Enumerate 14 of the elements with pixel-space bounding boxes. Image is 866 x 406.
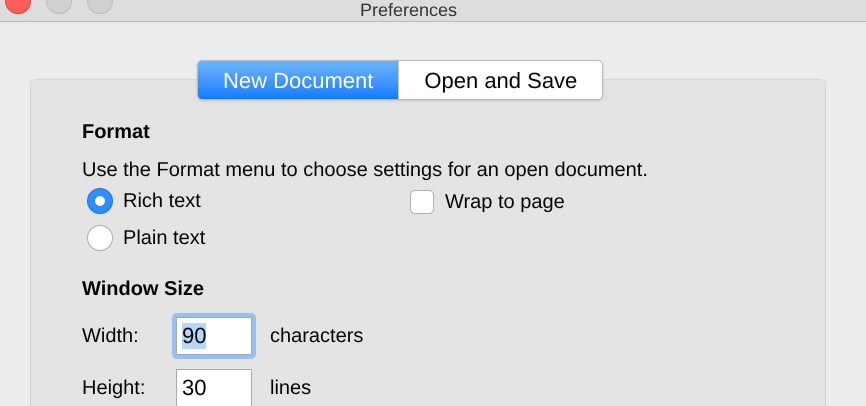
field-label: Width: <box>82 324 140 348</box>
radio-label: Rich text <box>123 189 201 213</box>
unit-label: lines <box>270 376 312 400</box>
section-heading: Format <box>82 120 151 144</box>
input-field[interactable]: 90 <box>172 313 256 359</box>
unit-label: characters <box>270 324 364 348</box>
tab[interactable]: Open and Save <box>398 61 602 99</box>
radio-label: Plain text <box>123 226 206 250</box>
checkbox[interactable] <box>410 190 434 214</box>
section-heading: Window Size <box>82 277 206 301</box>
field-label: Height: <box>82 376 146 400</box>
description-text: Use the Format menu to choose settings for an open document. <box>82 158 649 182</box>
window-title: Preferences <box>360 0 458 21</box>
checkbox-label: Wrap to page <box>445 190 565 214</box>
